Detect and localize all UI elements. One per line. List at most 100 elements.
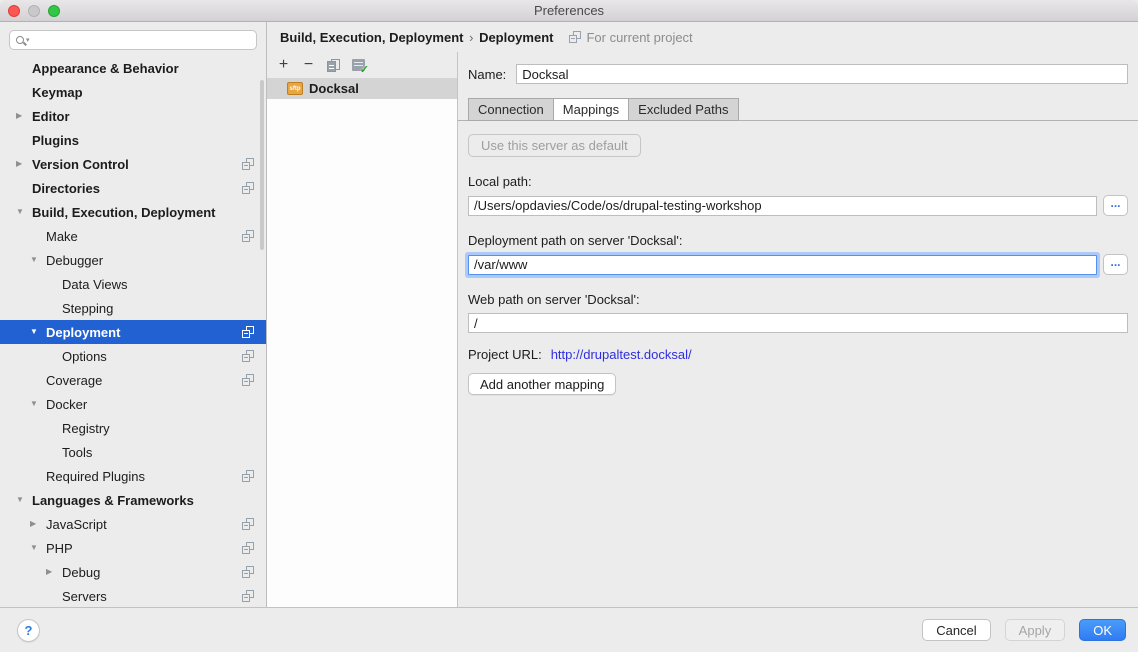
use-as-default-button[interactable]: ✓ (347, 55, 370, 75)
sidebar-item-plugins[interactable]: Plugins (0, 128, 266, 152)
sidebar-item-coverage[interactable]: Coverage (0, 368, 266, 392)
add-icon: + (279, 57, 288, 73)
sidebar-item-docker[interactable]: ▼Docker (0, 392, 266, 416)
sidebar-item-version-control[interactable]: ▶Version Control (0, 152, 266, 176)
web-path-label: Web path on server 'Docksal': (468, 292, 1128, 307)
sidebar-item-appearance-behavior[interactable]: Appearance & Behavior (0, 56, 266, 80)
sidebar-item-label: Options (62, 349, 107, 364)
sidebar-item-registry[interactable]: Registry (0, 416, 266, 440)
local-path-browse-button[interactable]: ... (1103, 195, 1128, 216)
apply-button[interactable]: Apply (1005, 619, 1066, 641)
sidebar-item-label: Registry (62, 421, 110, 436)
breadcrumb-separator: › (467, 30, 475, 45)
traffic-lights (8, 5, 60, 17)
settings-tree: Appearance & Behavior Keymap▶EditorPlugin… (0, 56, 266, 608)
current-project-icon (242, 182, 254, 194)
settings-search[interactable]: ▾ (9, 30, 257, 50)
tab-bar: ConnectionMappingsExcluded Paths (458, 84, 1138, 121)
zoom-button[interactable] (48, 5, 60, 17)
sidebar-scrollbar[interactable] (260, 80, 264, 250)
title-bar: Preferences (0, 0, 1138, 22)
sidebar-item-label: Directories (32, 181, 100, 196)
sidebar-item-label: Debugger (46, 253, 103, 268)
sftp-icon: sftp (287, 82, 303, 95)
deployment-path-browse-button[interactable]: ... (1103, 254, 1128, 275)
sidebar-item-directories[interactable]: Directories (0, 176, 266, 200)
deployment-path-input[interactable] (468, 255, 1097, 275)
close-button[interactable] (8, 5, 20, 17)
sidebar-item-label: Coverage (46, 373, 102, 388)
scope-indicator: For current project (569, 30, 692, 45)
sidebar-item-stepping[interactable]: Stepping (0, 296, 266, 320)
server-item-docksal[interactable]: sftpDocksal (267, 78, 457, 99)
chevron-down-icon[interactable]: ▼ (30, 544, 46, 552)
sidebar-item-javascript[interactable]: ▶JavaScript (0, 512, 266, 536)
cancel-button[interactable]: Cancel (922, 619, 990, 641)
sidebar-item-debugger[interactable]: ▼Debugger (0, 248, 266, 272)
minimize-button[interactable] (28, 5, 40, 17)
project-url-link[interactable]: http://drupaltest.docksal/ (551, 347, 692, 362)
sidebar-item-label: Build, Execution, Deployment (32, 205, 215, 220)
sidebar-item-deployment[interactable]: ▼Deployment (0, 320, 266, 344)
chevron-down-icon[interactable]: ▼ (30, 328, 46, 336)
preferences-window: { "window": { "title": "Preferences" }, … (0, 0, 1138, 652)
chevron-down-icon[interactable]: ▼ (16, 208, 32, 216)
tab-connection[interactable]: Connection (468, 98, 554, 121)
remove-button[interactable]: − (297, 55, 320, 75)
sidebar-item-php[interactable]: ▼PHP (0, 536, 266, 560)
chevron-right-icon[interactable]: ▶ (46, 568, 62, 576)
use-as-default-icon: ✓ (352, 59, 365, 71)
sidebar-item-build-execution-deployment[interactable]: ▼Build, Execution, Deployment (0, 200, 266, 224)
deployment-path-label: Deployment path on server 'Docksal': (468, 233, 1128, 248)
copy-button[interactable] (322, 55, 345, 75)
sidebar-item-label: Make (46, 229, 78, 244)
sidebar-item-keymap[interactable]: Keymap (0, 80, 266, 104)
breadcrumb-section[interactable]: Build, Execution, Deployment (280, 30, 463, 45)
sidebar-item-servers[interactable]: Servers (0, 584, 266, 608)
sidebar-item-debug[interactable]: ▶Debug (0, 560, 266, 584)
current-project-icon (242, 590, 254, 602)
search-icon (16, 36, 24, 44)
tab-mappings[interactable]: Mappings (553, 98, 629, 121)
server-list: sftpDocksal (267, 78, 457, 607)
sidebar-item-required-plugins[interactable]: Required Plugins (0, 464, 266, 488)
local-path-input[interactable] (468, 196, 1097, 216)
chevron-right-icon[interactable]: ▶ (16, 112, 32, 120)
server-list-panel: +− ✓ sftpDocksal (267, 52, 458, 607)
use-as-default-button[interactable]: Use this server as default (468, 134, 641, 157)
sidebar-item-make[interactable]: Make (0, 224, 266, 248)
sidebar-item-tools[interactable]: Tools (0, 440, 266, 464)
chevron-down-icon[interactable]: ▼ (16, 496, 32, 504)
sidebar-item-label: Required Plugins (46, 469, 145, 484)
settings-search-input[interactable] (32, 33, 250, 48)
breadcrumb-page: Deployment (479, 30, 553, 45)
web-path-input[interactable] (468, 313, 1128, 333)
copy-icon (327, 59, 340, 72)
tab-excluded-paths[interactable]: Excluded Paths (628, 98, 738, 121)
footer-bar: ? Cancel Apply OK (0, 607, 1138, 652)
ok-button[interactable]: OK (1079, 619, 1126, 641)
sidebar-item-label: Appearance & Behavior (32, 61, 179, 76)
sidebar-item-label: PHP (46, 541, 73, 556)
name-label: Name: (468, 67, 506, 82)
chevron-down-icon[interactable]: ▼ (30, 256, 46, 264)
add-button[interactable]: + (272, 55, 295, 75)
current-project-icon (242, 542, 254, 554)
chevron-right-icon[interactable]: ▶ (30, 520, 46, 528)
server-name-input[interactable] (516, 64, 1128, 84)
sidebar-item-languages-frameworks[interactable]: ▼Languages & Frameworks (0, 488, 266, 512)
chevron-right-icon[interactable]: ▶ (16, 160, 32, 168)
settings-sidebar: ▾ Appearance & Behavior Keymap▶EditorPlug… (0, 22, 267, 607)
chevron-down-icon[interactable]: ▼ (30, 400, 46, 408)
search-options-caret-icon[interactable]: ▾ (26, 37, 30, 44)
sidebar-item-label: Deployment (46, 325, 120, 340)
current-project-icon (242, 566, 254, 578)
sidebar-item-editor[interactable]: ▶Editor (0, 104, 266, 128)
current-project-icon (242, 374, 254, 386)
current-project-icon (242, 470, 254, 482)
sidebar-item-options[interactable]: Options (0, 344, 266, 368)
add-mapping-button[interactable]: Add another mapping (468, 373, 616, 395)
sidebar-item-data-views[interactable]: Data Views (0, 272, 266, 296)
help-button[interactable]: ? (17, 619, 40, 642)
current-project-icon (242, 230, 254, 242)
